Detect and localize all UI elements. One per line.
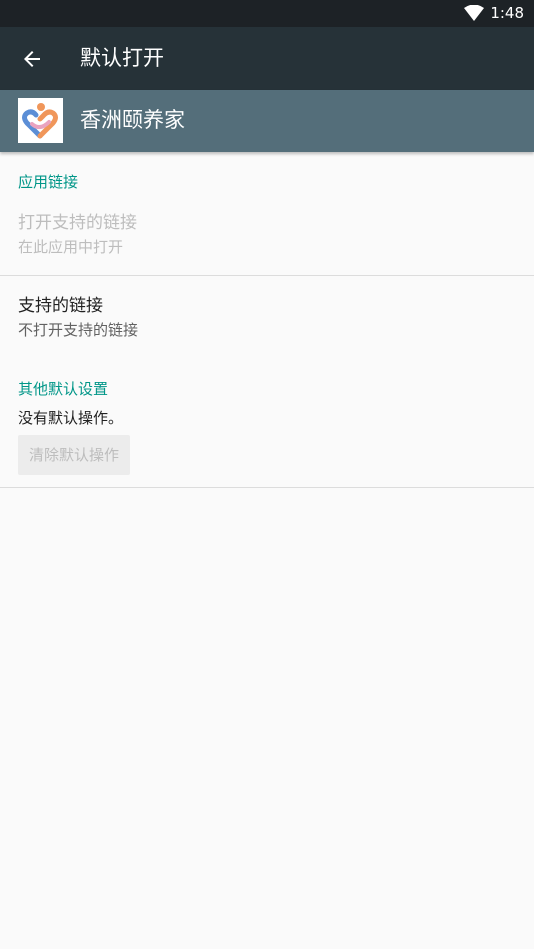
status-time: 1:48 [490, 4, 524, 22]
open-supported-links-title: 打开支持的链接 [18, 213, 137, 233]
page-title: 默认打开 [80, 46, 164, 70]
supported-links-title: 支持的链接 [18, 296, 103, 316]
app-name: 香洲颐养家 [80, 108, 185, 132]
divider [0, 275, 534, 276]
toolbar: 默认打开 [0, 27, 534, 90]
supported-links-summary: 不打开支持的链接 [18, 321, 139, 339]
clear-defaults-button[interactable]: 清除默认操作 [18, 435, 130, 475]
status-bar: 1:48 [0, 0, 534, 27]
heart-logo-icon [22, 103, 58, 139]
arrow-back-icon[interactable] [20, 47, 44, 71]
app-icon [18, 98, 63, 143]
section-other-defaults: 其他默认设置 [18, 380, 109, 398]
wifi-icon [464, 5, 484, 21]
no-defaults-text: 没有默认操作。 [18, 409, 124, 427]
open-supported-links-summary: 在此应用中打开 [18, 238, 124, 256]
section-app-links: 应用链接 [18, 173, 79, 191]
divider [0, 487, 534, 488]
app-header: 香洲颐养家 [0, 90, 534, 152]
